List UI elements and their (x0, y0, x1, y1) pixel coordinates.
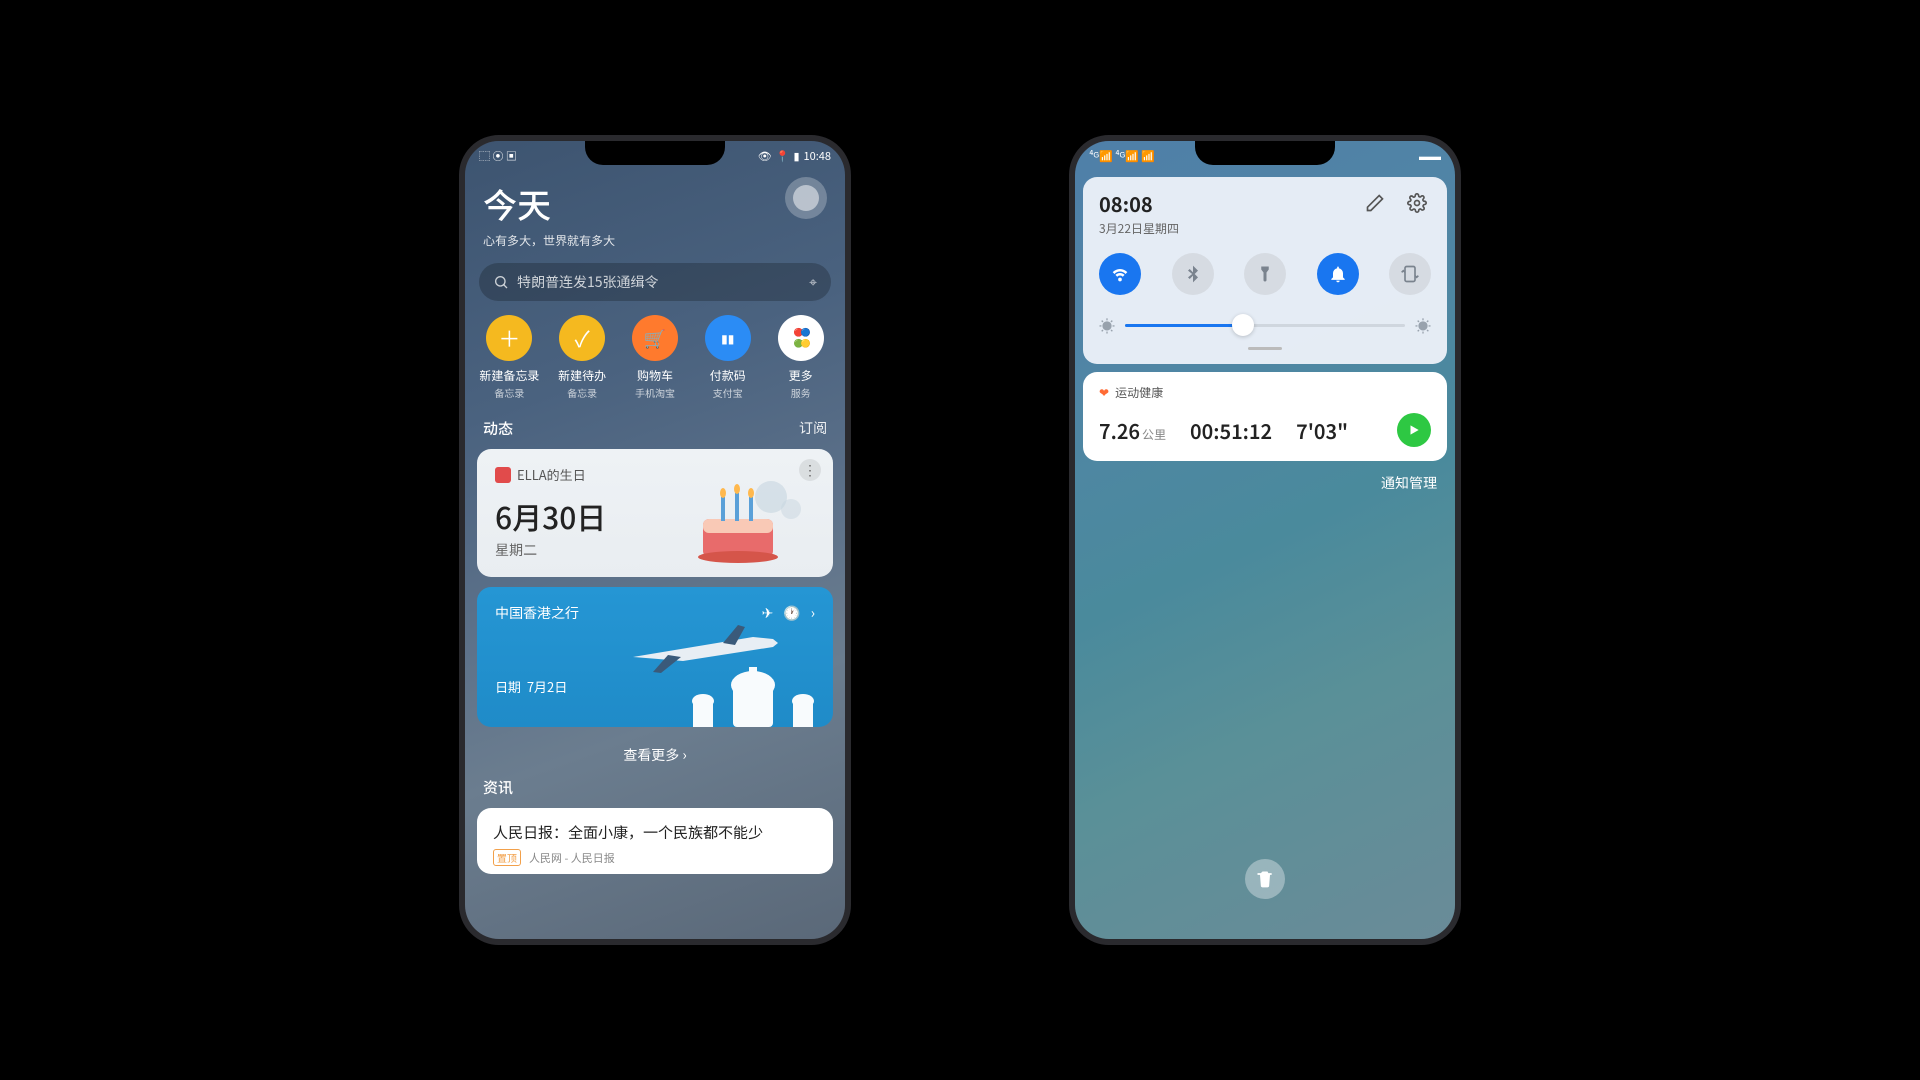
quick-cart[interactable]: 🛒购物车手机淘宝 (624, 315, 686, 400)
trash-icon (1255, 869, 1275, 889)
phone-right: ⁴ᴳ📶 ⁴ᴳ📶 📶 ▬▬ 08:08 3月22日星期四 (1075, 141, 1455, 939)
phone-left: ⬚ ⦿ ▣ 👁 📍 ▮ 10:48 今天 心有多大，世界就有多大 特朗普连发15… (465, 141, 845, 939)
news-headline: 人民日报：全面小康，一个民族都不能少 (493, 822, 817, 843)
avatar[interactable] (785, 177, 827, 219)
quick-settings-panel: 08:08 3月22日星期四 ☀ ☀ (1083, 177, 1447, 364)
qrcode-icon: ▮▮ (705, 315, 751, 361)
gear-icon (1407, 193, 1427, 213)
brightness-low-icon: ☀ (1099, 313, 1115, 337)
settings-button[interactable] (1403, 189, 1431, 217)
toggle-rotation[interactable] (1389, 253, 1431, 295)
heart-icon: ❤ (1099, 384, 1109, 401)
play-icon (1407, 423, 1421, 437)
birthday-label: ELLA的生日 (517, 465, 586, 484)
brightness-slider[interactable]: ☀ ☀ (1099, 313, 1431, 337)
view-more-button[interactable]: 查看更多 › (465, 737, 845, 773)
trip-title: 中国香港之行 (495, 603, 579, 623)
play-button[interactable] (1397, 413, 1431, 447)
health-duration: 00:51:12 (1190, 416, 1272, 445)
rotation-icon (1400, 264, 1420, 284)
notch (585, 141, 725, 165)
search-placeholder: 特朗普连发15张通缉令 (517, 272, 659, 292)
card-health[interactable]: ❤ 运动健康 7.26公里 00:51:12 7'03" (1083, 372, 1447, 461)
toggle-flashlight[interactable] (1244, 253, 1286, 295)
clear-all-button[interactable] (1245, 859, 1285, 899)
health-pace: 7'03" (1296, 416, 1348, 445)
status-left-icons: ⬚ ⦿ ▣ (479, 148, 517, 164)
toggle-bluetooth[interactable] (1172, 253, 1214, 295)
card-birthday[interactable]: ELLA的生日 6月30日 星期二 ⋮ (477, 449, 833, 577)
page-title: 今天 (483, 179, 827, 228)
battery-icon: ▬▬ (1419, 148, 1441, 164)
cake-icon (683, 479, 803, 569)
quick-actions: ＋新建备忘录备忘录 ✓新建待办备忘录 🛒购物车手机淘宝 ▮▮付款码支付宝 🔴🔵🟢… (465, 315, 845, 414)
section-news-label: 资讯 (483, 777, 513, 798)
screen-right: ⁴ᴳ📶 ⁴ᴳ📶 📶 ▬▬ 08:08 3月22日星期四 (1075, 141, 1455, 939)
section-feed-header: 动态 订阅 (465, 414, 845, 449)
signal-icon: ⁴ᴳ📶 ⁴ᴳ📶 📶 (1089, 148, 1155, 164)
chevron-right-icon: › (682, 745, 686, 765)
section-news-header: 资讯 (465, 773, 845, 808)
notification-management-link[interactable]: 通知管理 (1075, 461, 1455, 505)
health-distance-unit: 公里 (1142, 426, 1166, 443)
panel-time: 08:08 (1099, 189, 1179, 218)
eye-icon: 👁 (758, 148, 772, 164)
check-icon: ✓ (559, 315, 605, 361)
chevron-right-icon: › (811, 603, 815, 623)
quick-paycode[interactable]: ▮▮付款码支付宝 (697, 315, 759, 400)
toggle-wifi[interactable] (1099, 253, 1141, 295)
card-menu-button[interactable]: ⋮ (799, 459, 821, 481)
panel-date: 3月22日星期四 (1099, 220, 1179, 237)
pencil-icon (1365, 193, 1385, 213)
quick-new-todo[interactable]: ✓新建待办备忘录 (551, 315, 613, 400)
notch (1195, 141, 1335, 165)
page-subtitle: 心有多大，世界就有多大 (483, 232, 827, 249)
health-distance: 7.26 (1099, 416, 1140, 445)
panel-drag-handle[interactable] (1248, 347, 1282, 350)
location-icon: 📍 (776, 148, 790, 164)
bell-icon (1328, 264, 1348, 284)
header: 今天 心有多大，世界就有多大 (465, 171, 845, 263)
health-title: 运动健康 (1115, 384, 1163, 401)
battery-icon: ▮ (793, 148, 799, 164)
section-feed-label: 动态 (483, 418, 513, 439)
brightness-high-icon: ☀ (1415, 313, 1431, 337)
search-input[interactable]: 特朗普连发15张通缉令 ⌖ (479, 263, 831, 301)
search-icon (493, 274, 509, 290)
subscribe-link[interactable]: 订阅 (799, 418, 827, 439)
pin-badge: 置顶 (493, 849, 521, 866)
building-illustration (683, 667, 823, 727)
bluetooth-icon (1183, 264, 1203, 284)
status-time: 10:48 (804, 148, 831, 164)
card-trip[interactable]: 中国香港之行 ✈ 🕐 › 日期 7月2日 (477, 587, 833, 727)
edit-button[interactable] (1361, 189, 1389, 217)
card-news[interactable]: 人民日报：全面小康，一个民族都不能少 置顶 人民网 - 人民日报 (477, 808, 833, 874)
scan-icon[interactable]: ⌖ (809, 272, 817, 292)
plus-icon: ＋ (486, 315, 532, 361)
screen-left: ⬚ ⦿ ▣ 👁 📍 ▮ 10:48 今天 心有多大，世界就有多大 特朗普连发15… (465, 141, 845, 939)
wifi-icon (1109, 263, 1131, 285)
trip-date-label: 日期 (495, 677, 521, 696)
toggle-notifications[interactable] (1317, 253, 1359, 295)
more-icon: 🔴🔵🟢🟡 (778, 315, 824, 361)
calendar-icon (495, 467, 511, 483)
news-source: 人民网 - 人民日报 (529, 850, 615, 866)
quick-more[interactable]: 🔴🔵🟢🟡更多服务 (770, 315, 832, 400)
flashlight-icon (1256, 265, 1274, 283)
cart-icon: 🛒 (632, 315, 678, 361)
quick-new-memo[interactable]: ＋新建备忘录备忘录 (478, 315, 540, 400)
trip-date: 7月2日 (527, 677, 567, 696)
